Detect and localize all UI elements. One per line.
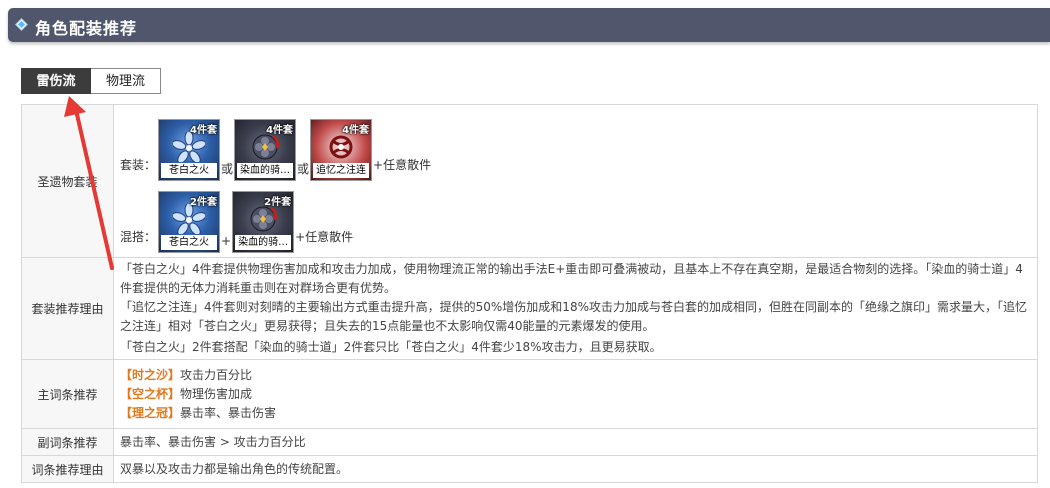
main-stat-item: 【空之杯】物理伤害加成 bbox=[120, 385, 1031, 404]
stat-reason-value: 双暴以及攻击力都是输出角色的传统配置。 bbox=[113, 455, 1038, 483]
slot-value: 物理伤害加成 bbox=[180, 386, 253, 401]
sub-stat-label: 副词条推荐 bbox=[21, 428, 114, 456]
reason-row: 套装推荐理由 「苍白之火」4件套提供物理伤害加成和攻击力加成，使用物理流正常的输… bbox=[21, 257, 1038, 360]
item-name: 苍白之火 bbox=[161, 235, 218, 250]
slot-value: 攻击力百分比 bbox=[180, 367, 253, 382]
reason-label: 套装推荐理由 bbox=[21, 257, 114, 360]
reason-line: 「苍白之火」4件套提供物理伤害加成和攻击力加成，使用物理流正常的输出手法E+重击… bbox=[120, 262, 1023, 295]
item-name: 追忆之注连 bbox=[313, 163, 370, 178]
slot-name: 【时之沙】 bbox=[120, 367, 181, 382]
artifact-item-shimenawa-4pc[interactable]: 4件套 追忆之注连 bbox=[310, 119, 373, 181]
stat-reason-label: 词条推荐理由 bbox=[21, 455, 114, 483]
artifact-content: 套装： 4件套 苍白之火 或 4件套 染血的骑… 或 4件套 追忆之注连 +任意… bbox=[113, 104, 1038, 258]
main-stat-content: 【时之沙】攻击力百分比 【空之杯】物理伤害加成 【理之冠】暴击率、暴击伤害 bbox=[113, 359, 1038, 429]
stat-reason-row: 词条推荐理由 双暴以及攻击力都是输出角色的传统配置。 bbox=[21, 455, 1038, 483]
mix-row: 混搭： 2件套 苍白之火 + 2件套 染血的骑… +任意散件 bbox=[120, 181, 1031, 253]
set-row: 套装： 4件套 苍白之火 或 4件套 染血的骑… 或 4件套 追忆之注连 +任意… bbox=[120, 109, 1031, 181]
any-pieces-text: +任意散件 bbox=[373, 158, 432, 172]
sub-stat-value: 暴击率、暴击伤害 > 攻击力百分比 bbox=[113, 428, 1038, 456]
item-name: 染血的骑… bbox=[235, 235, 292, 250]
slot-name: 【空之杯】 bbox=[120, 386, 181, 401]
artifact-label: 圣遗物套装 bbox=[21, 104, 114, 258]
set-badge: 4件套 bbox=[190, 125, 218, 136]
set-label: 套装： bbox=[120, 158, 157, 172]
reason-line: 「苍白之火」2件套搭配「染血的骑士道」2件套只比「苍白之火」4件套少18%攻击力… bbox=[120, 340, 662, 354]
main-stat-item: 【时之沙】攻击力百分比 bbox=[120, 366, 1031, 385]
reason-line: 「追忆之注连」4件套则对刻晴的主要输出方式重击提升高，提供的50%增伤加成和18… bbox=[120, 300, 1027, 333]
item-name: 苍白之火 bbox=[161, 163, 218, 178]
artifact-item-bloodstained-2pc[interactable]: 2件套 染血的骑… bbox=[232, 191, 295, 253]
plus-text: + bbox=[221, 234, 232, 248]
build-table: 圣遗物套装 套装： 4件套 苍白之火 或 4件套 染血的骑… 或 4件套 追忆之… bbox=[21, 104, 1038, 483]
set-badge: 4件套 bbox=[342, 125, 370, 136]
any-pieces-text: +任意散件 bbox=[295, 230, 354, 244]
set-badge: 2件套 bbox=[264, 197, 292, 208]
diamond-icon bbox=[15, 18, 28, 31]
item-name: 染血的骑… bbox=[237, 163, 294, 178]
artifact-item-bloodstained-4pc[interactable]: 4件套 染血的骑… bbox=[234, 119, 297, 181]
or-text: 或 bbox=[297, 162, 310, 176]
slot-value: 暴击率、暴击伤害 bbox=[180, 405, 277, 420]
section-header: 角色配装推荐 bbox=[8, 8, 1050, 42]
set-badge: 4件套 bbox=[266, 125, 294, 136]
tab-physical-build[interactable]: 物理流 bbox=[91, 68, 161, 94]
artifact-item-pale-flame-4pc[interactable]: 4件套 苍白之火 bbox=[158, 119, 221, 181]
section-title: 角色配装推荐 bbox=[35, 19, 138, 38]
build-tabs: 雷伤流 物理流 bbox=[21, 68, 161, 94]
mix-label: 混搭： bbox=[120, 230, 157, 244]
sub-stat-row: 副词条推荐 暴击率、暴击伤害 > 攻击力百分比 bbox=[21, 428, 1038, 456]
main-stat-row: 主词条推荐 【时之沙】攻击力百分比 【空之杯】物理伤害加成 【理之冠】暴击率、暴… bbox=[21, 359, 1038, 429]
main-stat-item: 【理之冠】暴击率、暴击伤害 bbox=[120, 404, 1031, 423]
set-badge: 2件套 bbox=[190, 197, 218, 208]
or-text: 或 bbox=[221, 162, 234, 176]
tab-thunder-build[interactable]: 雷伤流 bbox=[21, 68, 91, 94]
slot-name: 【理之冠】 bbox=[120, 405, 181, 420]
artifact-item-pale-flame-2pc[interactable]: 2件套 苍白之火 bbox=[158, 191, 221, 253]
main-stat-label: 主词条推荐 bbox=[21, 359, 114, 429]
artifact-row: 圣遗物套装 套装： 4件套 苍白之火 或 4件套 染血的骑… 或 4件套 追忆之… bbox=[21, 104, 1038, 258]
reason-content: 「苍白之火」4件套提供物理伤害加成和攻击力加成，使用物理流正常的输出手法E+重击… bbox=[113, 257, 1038, 360]
